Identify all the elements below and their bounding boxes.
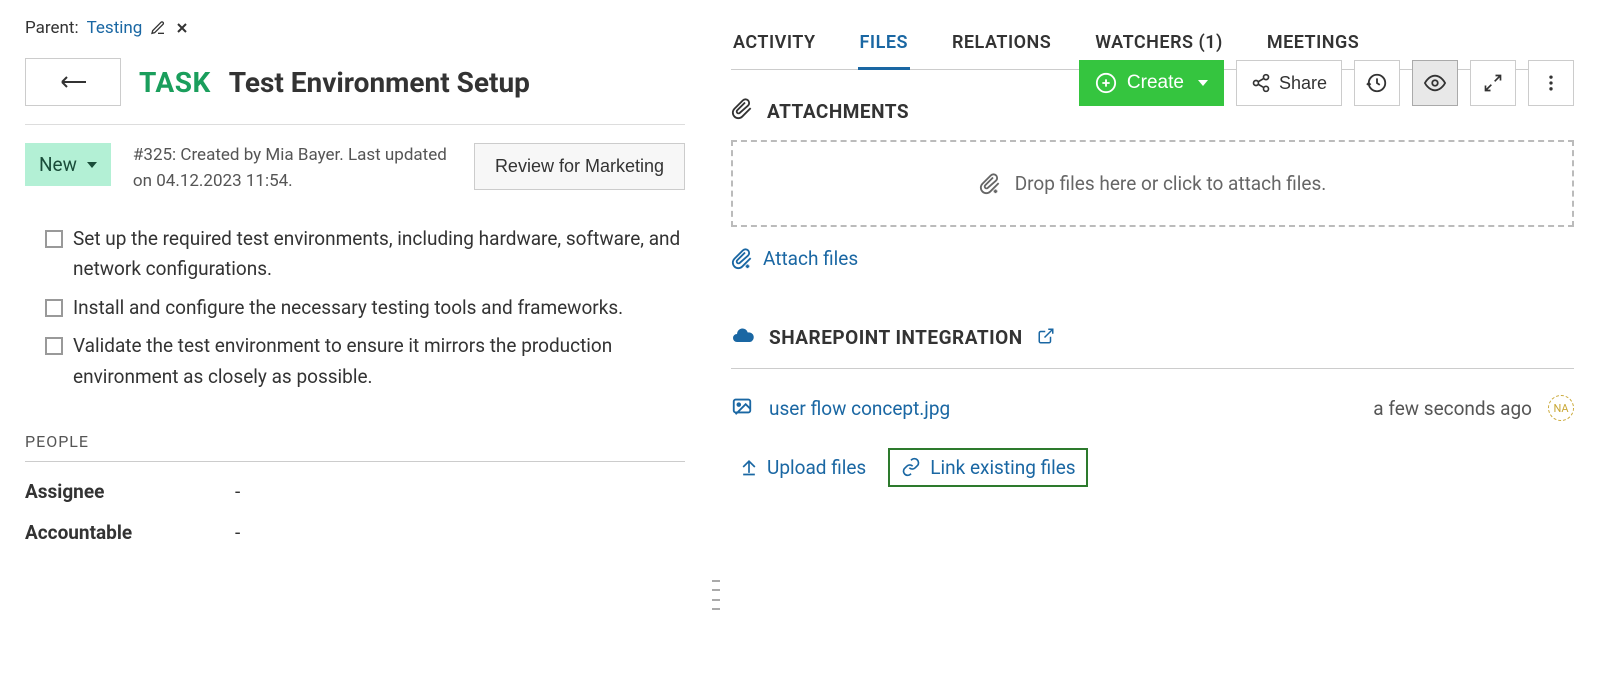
back-button[interactable]	[25, 58, 121, 106]
separator	[731, 368, 1574, 369]
history-button[interactable]	[1354, 60, 1400, 106]
external-link-icon[interactable]	[1037, 327, 1055, 349]
check-text: Validate the test environment to ensure …	[73, 331, 685, 392]
attach-files-label: Attach files	[763, 247, 858, 270]
share-button[interactable]: Share	[1236, 60, 1342, 106]
top-actions: Create Share	[1079, 60, 1574, 106]
separator	[25, 124, 685, 125]
close-parent-icon[interactable]	[174, 20, 190, 36]
expand-icon	[1483, 73, 1503, 93]
eye-icon	[1424, 72, 1446, 94]
sharepoint-actions: Upload files Link existing files	[731, 448, 1574, 487]
plus-icon	[1095, 72, 1117, 94]
task-type-label: TASK	[139, 66, 211, 99]
share-icon	[1251, 73, 1271, 93]
watch-button[interactable]	[1412, 60, 1458, 106]
people-row-assignee: Assignee -	[25, 480, 685, 503]
kebab-icon	[1541, 73, 1561, 93]
checkbox[interactable]	[45, 299, 63, 317]
parent-row: Parent: Testing	[25, 18, 685, 38]
people-label: Assignee	[25, 480, 235, 503]
tab-files[interactable]: FILES	[858, 18, 910, 70]
status-label: New	[39, 153, 77, 176]
paperclip-icon	[731, 98, 753, 124]
upload-icon	[739, 457, 759, 477]
check-item: Install and configure the necessary test…	[45, 293, 685, 323]
title-row: TASK Test Environment Setup	[25, 58, 685, 106]
attach-icon	[979, 173, 1001, 195]
tab-activity[interactable]: ACTIVITY	[731, 18, 818, 69]
upload-label: Upload files	[767, 456, 866, 479]
sharepoint-title: SHAREPOINT INTEGRATION	[769, 326, 1023, 349]
people-value[interactable]: -	[235, 521, 240, 544]
edit-parent-icon[interactable]	[150, 20, 166, 36]
check-text: Set up the required test environments, i…	[73, 224, 685, 285]
people-label: Accountable	[25, 521, 235, 544]
check-text: Install and configure the necessary test…	[73, 293, 685, 323]
link-existing-label: Link existing files	[930, 456, 1075, 479]
cloud-icon	[731, 324, 755, 352]
people-section-title: PEOPLE	[25, 432, 685, 451]
image-file-icon	[731, 395, 753, 422]
parent-label: Parent:	[25, 18, 79, 38]
attachments-title: ATTACHMENTS	[767, 100, 909, 123]
tab-relations[interactable]: RELATIONS	[950, 18, 1053, 69]
file-row: user flow concept.jpg a few seconds ago …	[731, 387, 1574, 430]
attach-files-link[interactable]: Attach files	[731, 247, 858, 270]
people-row-accountable: Accountable -	[25, 521, 685, 544]
file-name[interactable]: user flow concept.jpg	[769, 397, 1357, 420]
review-button[interactable]: Review for Marketing	[474, 143, 685, 190]
chevron-down-icon	[87, 162, 97, 168]
create-label: Create	[1127, 72, 1184, 94]
check-item: Set up the required test environments, i…	[45, 224, 685, 285]
people-value[interactable]: -	[235, 480, 240, 503]
panel-resize-handle[interactable]	[712, 580, 720, 610]
history-icon	[1366, 72, 1388, 94]
upload-files-link[interactable]: Upload files	[731, 450, 874, 485]
sharepoint-header: SHAREPOINT INTEGRATION	[731, 324, 1574, 352]
checkbox[interactable]	[45, 230, 63, 248]
file-time: a few seconds ago	[1373, 397, 1532, 420]
dropzone-text: Drop files here or click to attach files…	[1015, 172, 1327, 195]
link-existing-files-link[interactable]: Link existing files	[888, 448, 1087, 487]
parent-link[interactable]: Testing	[87, 18, 143, 38]
chevron-down-icon	[1198, 80, 1208, 86]
check-item: Validate the test environment to ensure …	[45, 331, 685, 392]
separator	[25, 461, 685, 462]
status-dropdown[interactable]: New	[25, 143, 111, 186]
create-button[interactable]: Create	[1079, 60, 1224, 106]
avatar-badge[interactable]: NA	[1548, 395, 1574, 421]
share-label: Share	[1279, 73, 1327, 94]
task-meta: #325: Created by Mia Bayer. Last updated…	[133, 143, 452, 194]
fullscreen-button[interactable]	[1470, 60, 1516, 106]
dropzone[interactable]: Drop files here or click to attach files…	[731, 140, 1574, 227]
checkbox[interactable]	[45, 337, 63, 355]
link-icon	[900, 457, 922, 477]
checklist: Set up the required test environments, i…	[45, 224, 685, 392]
task-title: Test Environment Setup	[229, 66, 530, 99]
more-button[interactable]	[1528, 60, 1574, 106]
status-row: New #325: Created by Mia Bayer. Last upd…	[25, 143, 685, 194]
